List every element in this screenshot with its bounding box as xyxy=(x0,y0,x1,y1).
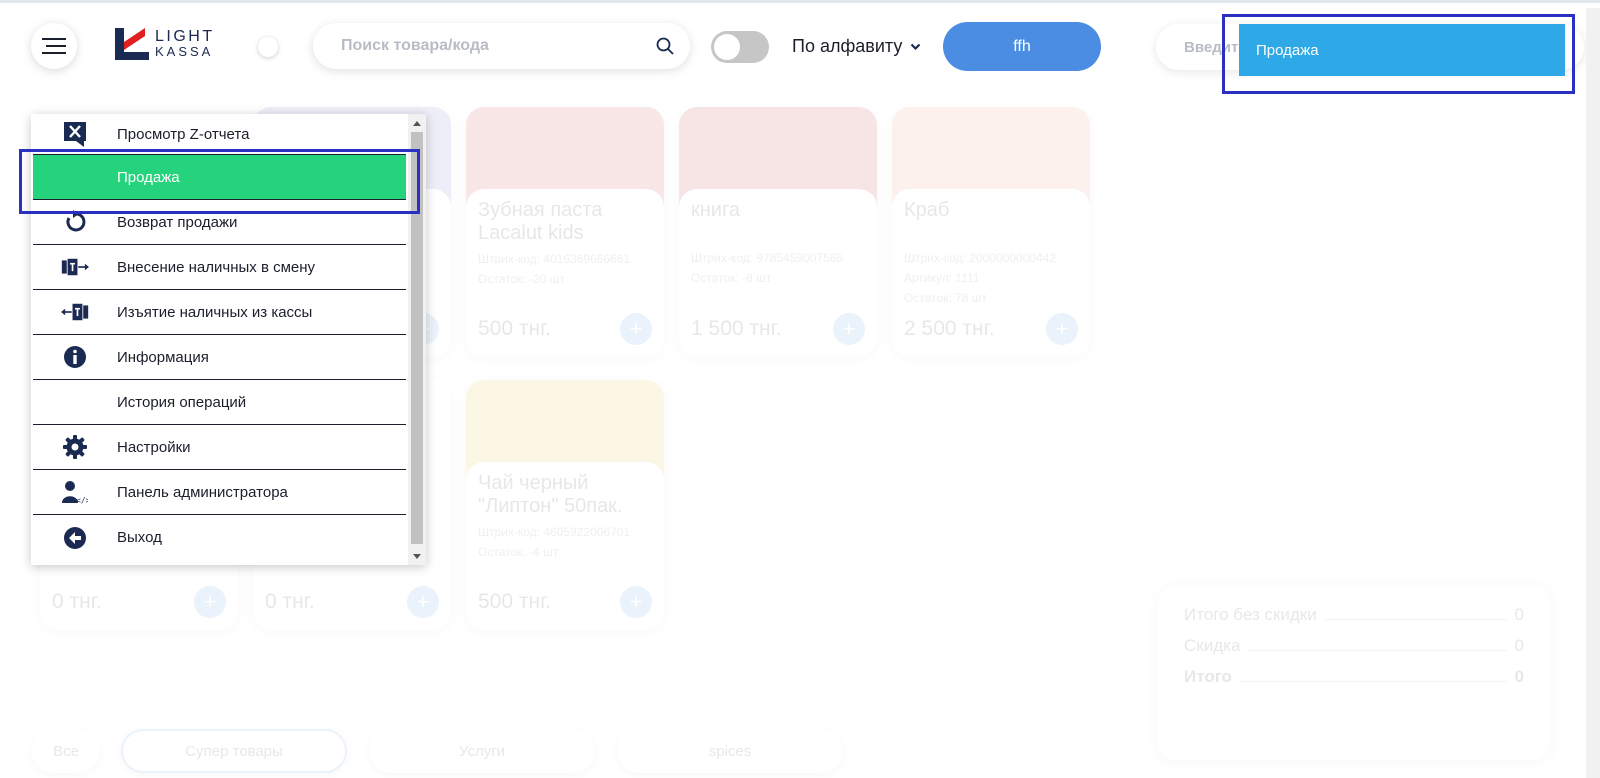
product-barcode: Штрих-код: 9785459007565 xyxy=(691,251,844,265)
logo-text-line1: LIGHT xyxy=(155,28,215,45)
product-price: 0 тнг. xyxy=(52,590,102,613)
subtotal-label: Итого без скидки xyxy=(1184,604,1317,624)
product-stock: Остаток: -8 шт xyxy=(691,271,772,285)
admin-icon: </> xyxy=(61,479,89,505)
logo-mark-icon xyxy=(115,28,149,60)
subtotal-value: 0 xyxy=(1514,604,1524,624)
total-row: Итого 0 xyxy=(1184,661,1524,692)
product-sku: Артикул: 1111 xyxy=(904,271,980,285)
menu-item-label: Внесение наличных в смену xyxy=(117,258,316,276)
page-scrollbar[interactable] xyxy=(1586,8,1600,778)
product-card[interactable]: Чай черный "Липтон" 50пак. Штрих-код: 46… xyxy=(466,380,664,630)
menu-item-label: Информация xyxy=(117,348,209,366)
product-card[interactable]: Краб Штрих-код: 2000000000442 Артикул: 1… xyxy=(892,107,1090,357)
product-price: 0 тнг. xyxy=(265,590,315,613)
product-stock: Остаток: -4 шт xyxy=(478,545,559,559)
category-tab-services[interactable]: Услуги xyxy=(369,729,595,773)
exit-icon xyxy=(61,525,89,551)
cash-in-icon xyxy=(61,254,89,280)
view-toggle[interactable] xyxy=(711,31,769,63)
discount-row: Скидка 0 xyxy=(1184,630,1524,661)
cash-out-icon xyxy=(61,299,89,325)
menu-button[interactable] xyxy=(31,23,77,69)
tooltip-highlight-frame xyxy=(1222,14,1575,94)
product-price: 500 тнг. xyxy=(478,590,552,613)
add-product-button[interactable]: + xyxy=(833,313,865,345)
menu-item-label: Настройки xyxy=(117,438,191,456)
scroll-up-arrow-icon[interactable] xyxy=(408,114,426,132)
toggle-knob xyxy=(714,34,740,60)
total-label: Итого xyxy=(1184,666,1232,686)
product-price: 2 500 тнг. xyxy=(904,317,995,340)
menu-item-label: Выход xyxy=(117,529,162,546)
chevron-down-icon xyxy=(911,43,921,50)
add-product-button[interactable]: + xyxy=(620,313,652,345)
menu-item-cash-in[interactable]: Внесение наличных в смену xyxy=(33,245,406,290)
product-barcode: Штрих-код: 4605922006701 xyxy=(478,525,631,539)
menu-item-label: Просмотр Z-отчета xyxy=(117,125,250,143)
menu-item-admin-panel[interactable]: </> Панель администратора xyxy=(33,470,406,515)
menu-item-settings[interactable]: Настройки xyxy=(33,425,406,470)
product-search-box xyxy=(313,23,690,69)
product-name: Чай черный "Липтон" 50пак. xyxy=(478,472,623,517)
scroll-down-arrow-icon[interactable] xyxy=(408,547,426,565)
discount-label: Скидка xyxy=(1184,635,1241,655)
info-icon xyxy=(61,344,89,370)
menu-item-label: История операций xyxy=(117,393,247,411)
hamburger-icon xyxy=(42,38,66,54)
product-card[interactable]: Зубная паста Lacalut kids Штрих-код: 401… xyxy=(466,107,664,357)
menu-item-label: Изъятие наличных из кассы xyxy=(117,303,313,321)
menu-item-information[interactable]: Информация xyxy=(33,335,406,380)
menu-item-exit[interactable]: Выход xyxy=(33,515,406,560)
sort-dropdown[interactable]: По алфавиту xyxy=(792,36,921,57)
discount-value: 0 xyxy=(1514,635,1524,655)
product-price: 500 тнг. xyxy=(478,317,552,340)
add-product-button[interactable]: + xyxy=(620,586,652,618)
product-search-input[interactable] xyxy=(341,37,656,55)
product-card[interactable]: книга Штрих-код: 9785459007565 Остаток: … xyxy=(679,107,877,357)
total-value: 0 xyxy=(1514,666,1524,686)
menu-item-cash-out[interactable]: Изъятие наличных из кассы xyxy=(33,290,406,335)
category-tab-all[interactable]: Все xyxy=(32,729,100,773)
menu-item-operation-history[interactable]: История операций xyxy=(33,380,406,425)
status-dot-button[interactable] xyxy=(258,37,278,57)
category-tab-spices[interactable]: spices xyxy=(617,729,843,773)
product-name: книга xyxy=(691,199,740,221)
gear-icon xyxy=(61,434,89,460)
category-tab-super[interactable]: Супер товары xyxy=(121,729,347,773)
add-product-button[interactable]: + xyxy=(1046,313,1078,345)
product-price: 1 500 тнг. xyxy=(691,317,782,340)
logo-text-line2: KASSA xyxy=(155,44,214,59)
product-barcode: Штрих-код: 2000000000442 xyxy=(904,251,1057,265)
product-name: Зубная паста Lacalut kids xyxy=(478,199,603,244)
product-stock: Остаток: 78 шт xyxy=(904,291,987,305)
menu-item-label: Панель администратора xyxy=(117,483,288,501)
product-name: Краб xyxy=(904,199,950,221)
user-button[interactable]: ffh xyxy=(943,22,1101,71)
totals-panel: Итого без скидки 0 Скидка 0 Итого 0 xyxy=(1158,585,1550,760)
subtotal-row: Итого без скидки 0 xyxy=(1184,599,1524,630)
z-report-icon xyxy=(61,121,89,147)
product-stock: Остаток: -20 шт xyxy=(478,272,565,286)
sort-label: По алфавиту xyxy=(792,36,903,56)
product-barcode: Штрих-код: 4016369666661 xyxy=(478,252,631,266)
add-product-button[interactable]: + xyxy=(194,586,226,618)
app-logo: LIGHT KASSA xyxy=(115,28,215,60)
svg-text:</>: </> xyxy=(76,496,88,504)
menu-item-label: Возврат продажи xyxy=(117,213,238,231)
sale-item-highlight-frame xyxy=(19,149,420,214)
add-product-button[interactable]: + xyxy=(407,586,439,618)
search-icon[interactable] xyxy=(656,37,674,55)
